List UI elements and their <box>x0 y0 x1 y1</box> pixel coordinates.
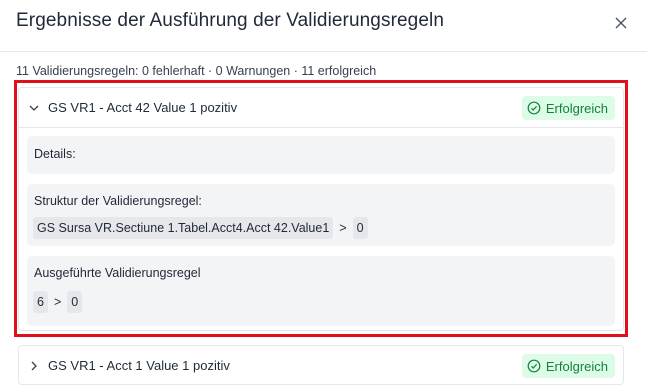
chevron-right-icon <box>31 361 37 371</box>
rule-name: GS VR1 - Acct 1 Value 1 pozitiv <box>48 358 230 373</box>
status-label: Erfolgreich <box>545 358 608 374</box>
check-circle-icon <box>527 359 541 373</box>
rule-header[interactable]: GS VR1 - Acct 1 Value 1 pozitiv Erfolgre… <box>19 346 623 386</box>
dialog-title: Ergebnisse der Ausführung der Validierun… <box>16 10 444 31</box>
status-badge: Erfolgreich <box>521 354 615 378</box>
dialog-header: Ergebnisse der Ausführung der Validierun… <box>0 0 647 52</box>
highlight-frame <box>14 80 628 337</box>
rule-item: GS VR1 - Acct 1 Value 1 pozitiv Erfolgre… <box>18 345 624 385</box>
results-summary: 11 Validierungsregeln: 0 fehlerhaft · 0 … <box>16 64 377 78</box>
close-button[interactable] <box>608 10 634 36</box>
close-icon <box>615 17 627 29</box>
